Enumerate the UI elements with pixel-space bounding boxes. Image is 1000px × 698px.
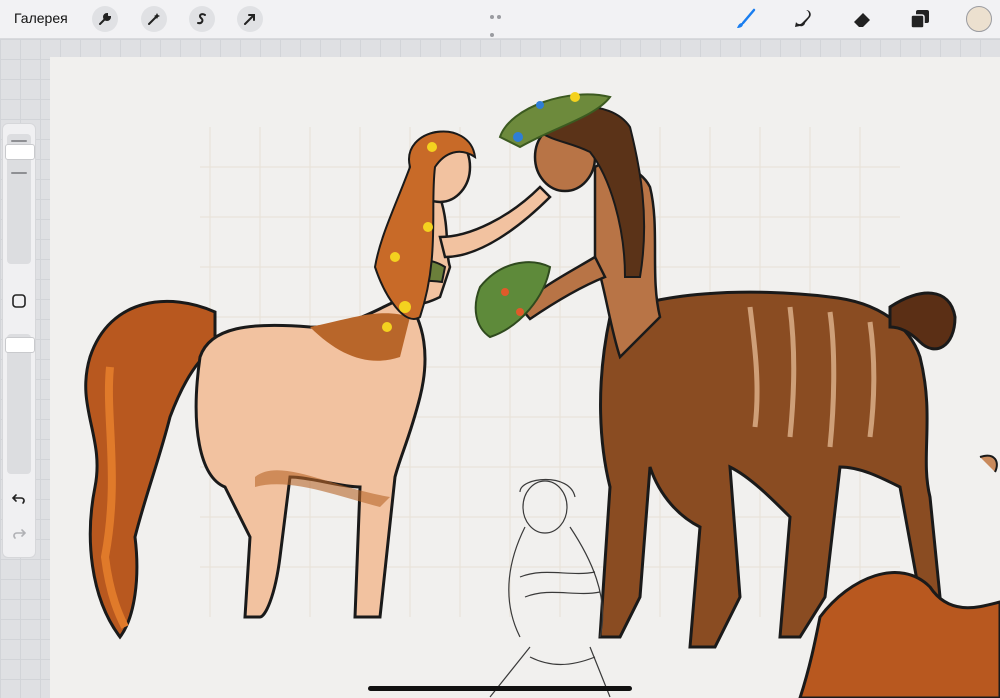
eraser-icon[interactable] (849, 6, 875, 32)
drawing-canvas[interactable] (50, 57, 1000, 698)
artwork (84, 92, 1000, 698)
pencil-sketch (489, 478, 611, 698)
top-toolbar: Галерея (0, 0, 1000, 39)
layers-icon[interactable] (907, 6, 933, 32)
slider-tick (11, 140, 27, 142)
magic-wand-icon[interactable] (141, 6, 167, 32)
toolbar-grip[interactable] (490, 6, 510, 37)
home-indicator (368, 686, 632, 691)
arrow-cursor-icon[interactable] (237, 6, 263, 32)
brush-icon[interactable] (733, 6, 759, 32)
gallery-button[interactable]: Галерея (14, 10, 68, 26)
selection-s-icon[interactable] (189, 6, 215, 32)
color-picker-button[interactable] (966, 6, 992, 32)
opacity-thumb[interactable] (5, 337, 35, 353)
brush-size-thumb[interactable] (5, 144, 35, 160)
square-icon[interactable] (9, 291, 29, 311)
undo-icon[interactable] (9, 489, 29, 509)
left-sidebar (2, 123, 36, 558)
partial-tail-bottom-right (798, 571, 1000, 698)
opacity-slider[interactable] (7, 334, 31, 474)
left-centaur-tail (84, 300, 217, 640)
wrench-icon[interactable] (92, 6, 118, 32)
smudge-icon[interactable] (790, 6, 816, 32)
slider-tick (11, 172, 27, 174)
redo-icon[interactable] (9, 524, 29, 544)
